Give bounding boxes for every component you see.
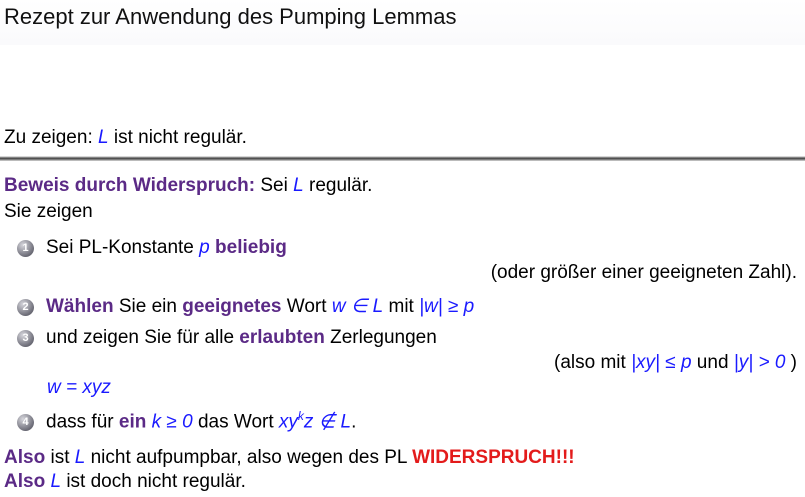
step-2-text-f: mit xyxy=(383,296,420,317)
proof-L: L xyxy=(293,175,304,196)
concl1-text-c: nicht aufpumpbar, also wegen des PL xyxy=(85,447,413,468)
proof-line: Beweis durch Widerspruch: Sei L regulär. xyxy=(4,175,372,197)
step-number-bullet: 1 xyxy=(17,240,34,257)
proof-end: regulär. xyxy=(303,175,373,196)
concl1-bold: Also xyxy=(4,447,46,468)
step-1-p: p xyxy=(199,237,210,258)
intro-line: Sie zeigen xyxy=(4,201,93,222)
step-1-bold: beliebig xyxy=(215,237,287,258)
page-title: Rezept zur Anwendung des Pumping Lemmas xyxy=(4,4,457,29)
step-4-bold-b: ein xyxy=(118,411,147,433)
concl1-widerspruch: WIDERSPRUCH!!! xyxy=(412,447,575,468)
divider-rule xyxy=(0,156,805,161)
note-3-c: und xyxy=(691,352,734,373)
conclusion-1: Also ist L nicht aufpumpbar, also wegen … xyxy=(4,447,575,469)
step-2-text-b: Sie ein xyxy=(113,296,183,317)
note-3: (also mit |xy| ≤ p und |y| > 0 ) xyxy=(554,352,797,374)
step-1-text: Sei PL-Konstante xyxy=(46,237,200,258)
step-2-math-g: |w| ≥ p xyxy=(419,296,475,317)
step-2-bold-a: Wählen xyxy=(46,296,114,317)
step-number-bullet: 2 xyxy=(17,299,34,316)
goal-suffix: ist nicht regulär. xyxy=(108,127,247,148)
concl2-text-c: ist doch nicht regulär. xyxy=(61,471,246,492)
step-2-bold-c: geeignetes xyxy=(182,296,282,317)
conclusion-2: Also L ist doch nicht regulär. xyxy=(4,471,246,493)
step-3: 3 und zeigen Sie für alle erlaubten Zerle… xyxy=(17,327,437,349)
step-4-text-a: dass für xyxy=(46,411,119,433)
goal-line: Zu zeigen: L ist nicht regulär. xyxy=(4,127,247,149)
step-3-text-a: und zeigen Sie für alle xyxy=(46,327,240,348)
step-2-text-d: Wort xyxy=(281,296,332,317)
note-1: (oder größer einer geeigneten Zahl). xyxy=(490,262,797,283)
step-4: 4 dass für ein k ≥ 0 das Wort xykz ∉ L. xyxy=(17,409,356,433)
concl2-bold: Also xyxy=(4,471,46,492)
step-3-bold-b: erlaubten xyxy=(239,327,325,348)
step-4-period: . xyxy=(351,411,357,433)
proof-bold: Beweis durch Widerspruch: xyxy=(4,175,256,196)
step-2-math-e: w ∈ L xyxy=(331,296,384,317)
decomposition: w = xyz xyxy=(47,377,111,398)
note-3-e: ) xyxy=(785,352,797,373)
step-4-math-f: z ∉ L xyxy=(303,411,352,433)
step-4-text-d: das Wort xyxy=(192,411,279,433)
step-number-bullet: 4 xyxy=(17,414,34,432)
concl1-L: L xyxy=(74,447,86,468)
step-1: 1 Sei PL-Konstante p beliebig xyxy=(17,237,287,259)
step-2: 2 Wählen Sie ein geeignetes Wort w ∈ L mi… xyxy=(17,295,474,318)
concl2-L: L xyxy=(45,471,62,492)
note-3-b: |xy| ≤ p xyxy=(631,352,692,373)
note-3-d: |y| > 0 xyxy=(733,352,786,373)
proof-mid: Sei xyxy=(255,175,294,196)
step-4-math-c: k ≥ 0 xyxy=(146,411,193,433)
concl1-text-b: ist xyxy=(45,447,75,468)
step-number-bullet: 3 xyxy=(17,330,34,347)
goal-L: L xyxy=(98,127,109,148)
goal-prefix: Zu zeigen: xyxy=(4,127,98,148)
note-3-a: (also mit xyxy=(554,352,632,373)
step-3-text-c: Zerlegungen xyxy=(324,327,437,348)
step-4-math-e: xy xyxy=(278,411,298,433)
